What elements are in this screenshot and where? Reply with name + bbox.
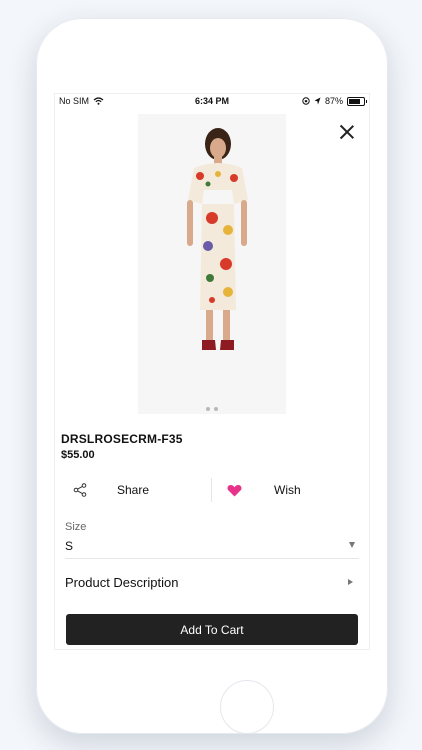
caret-right-icon	[348, 579, 353, 585]
battery-icon	[347, 96, 367, 106]
app-screen: No SIM 6:34 PM 87% DRSLROSECRM-F35 $55.0…	[54, 93, 370, 650]
close-button[interactable]	[339, 124, 355, 140]
status-bar: No SIM 6:34 PM 87%	[55, 94, 369, 108]
home-button[interactable]	[220, 680, 274, 734]
size-select[interactable]: S	[65, 536, 359, 559]
heart-icon	[227, 484, 242, 496]
product-sku: DRSLROSECRM-F35	[61, 432, 183, 446]
add-to-cart-button[interactable]: Add To Cart	[66, 614, 358, 645]
actions-divider	[211, 478, 212, 502]
wish-button[interactable]: Wish	[227, 468, 301, 512]
caret-down-icon	[349, 542, 355, 548]
battery-percent: 87%	[324, 96, 343, 106]
product-image[interactable]	[138, 114, 286, 414]
carousel-dots[interactable]	[55, 407, 369, 411]
share-button[interactable]: Share	[73, 468, 149, 512]
status-right: 87%	[302, 94, 367, 108]
location-icon	[314, 97, 321, 105]
share-label: Share	[117, 483, 150, 497]
model-figure	[187, 128, 248, 350]
rotation-lock-icon	[302, 97, 310, 105]
product-actions: Share Wish	[55, 468, 369, 512]
size-label: Size	[65, 521, 87, 533]
share-icon	[73, 483, 87, 497]
carousel-dot[interactable]	[214, 407, 218, 411]
product-description-row[interactable]: Product Description	[65, 572, 359, 596]
product-description-label: Product Description	[65, 575, 179, 590]
carousel-dot[interactable]	[206, 407, 210, 411]
product-price: $55.00	[61, 449, 95, 461]
size-value: S	[65, 539, 74, 553]
wish-label: Wish	[274, 483, 301, 497]
